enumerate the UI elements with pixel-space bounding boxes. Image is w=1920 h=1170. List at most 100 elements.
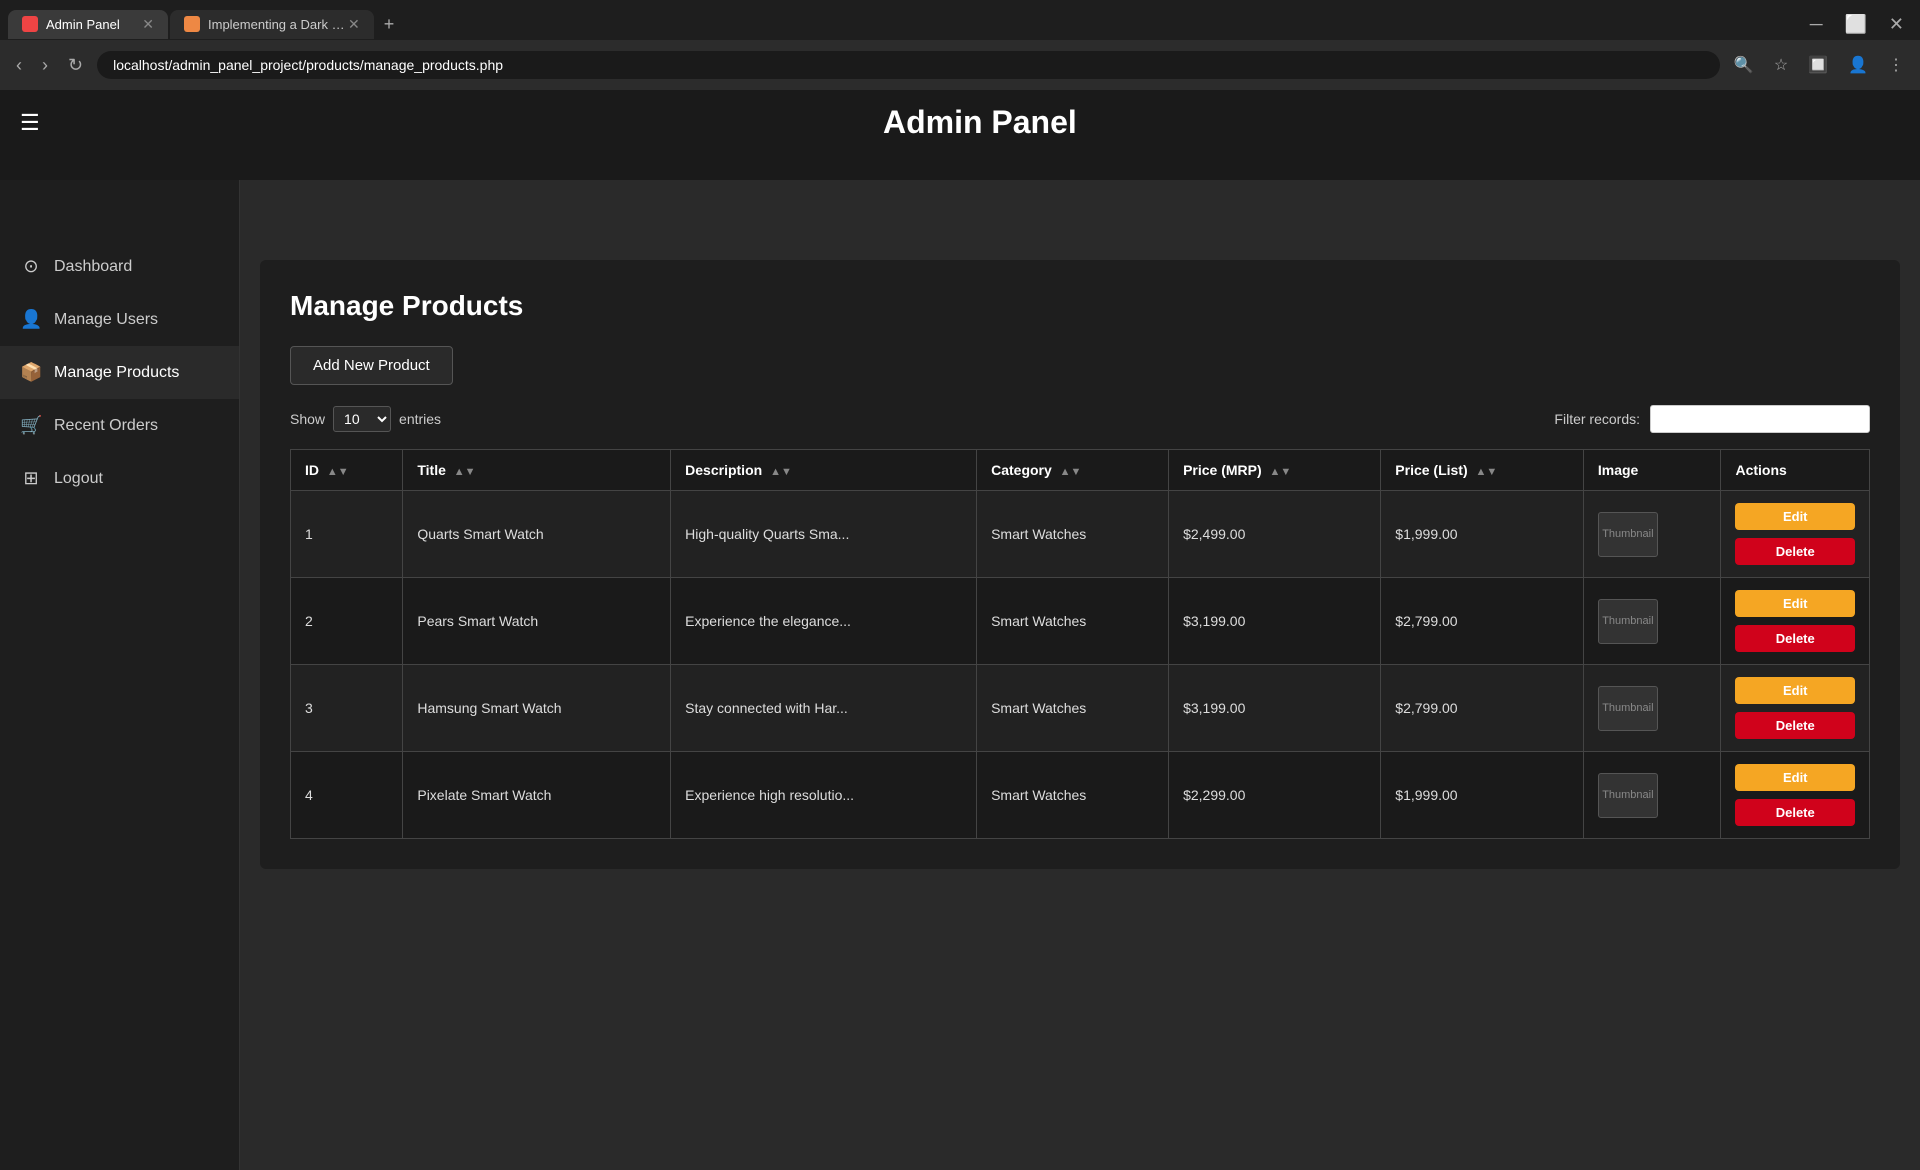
cell-price-list: $2,799.00 [1381,665,1584,752]
edit-button[interactable]: Edit [1735,764,1855,791]
cell-image: Thumbnail [1583,752,1721,839]
zoom-button[interactable]: 🔍 [1728,51,1760,79]
delete-button[interactable]: Delete [1735,625,1855,652]
cell-category: Smart Watches [977,752,1169,839]
edit-button[interactable]: Edit [1735,677,1855,704]
cell-id: 3 [291,665,403,752]
col-header-image: Image [1583,450,1721,491]
cell-price-list: $1,999.00 [1381,491,1584,578]
maximize-button[interactable]: ⬜ [1836,12,1874,37]
minimize-button[interactable]: ─ [1802,12,1831,37]
delete-button[interactable]: Delete [1735,799,1855,826]
tab-close-admin[interactable]: ✕ [142,16,154,33]
sidebar-item-dashboard[interactable]: ⊙ Dashboard [0,240,239,293]
sidebar-label-manage-products: Manage Products [54,364,179,382]
cell-description: Experience the elegance... [671,578,977,665]
table-row: 3 Hamsung Smart Watch Stay connected wit… [291,665,1870,752]
cell-price-mrp: $3,199.00 [1169,665,1381,752]
new-tab-button[interactable]: + [376,14,403,35]
cell-image: Thumbnail [1583,578,1721,665]
col-header-title[interactable]: Title ▲▼ [403,450,671,491]
tab-favicon-dark [184,16,200,32]
thumbnail: Thumbnail [1598,599,1658,644]
page-title: Manage Products [290,290,1870,322]
tab-admin-panel[interactable]: Admin Panel ✕ [8,10,168,39]
back-button[interactable]: ‹ [10,51,28,80]
profile-button[interactable]: 👤 [1842,51,1874,79]
products-table: ID ▲▼ Title ▲▼ Description ▲▼ Category [290,449,1870,839]
sidebar-item-recent-orders[interactable]: 🛒 Recent Orders [0,399,239,452]
delete-button[interactable]: Delete [1735,712,1855,739]
edit-button[interactable]: Edit [1735,503,1855,530]
filter-input[interactable] [1650,405,1870,433]
tab-favicon-admin [22,16,38,32]
table-row: 2 Pears Smart Watch Experience the elega… [291,578,1870,665]
main-content: Manage Products Add New Product Show 10 … [240,180,1920,1170]
cell-category: Smart Watches [977,578,1169,665]
entries-select[interactable]: 10 25 50 100 [333,406,391,432]
cell-title: Quarts Smart Watch [403,491,671,578]
col-header-category[interactable]: Category ▲▼ [977,450,1169,491]
cell-actions: Edit Delete [1721,752,1870,839]
sort-title-icon: ▲▼ [454,466,476,478]
cell-actions: Edit Delete [1721,578,1870,665]
sort-cat-icon: ▲▼ [1060,466,1082,478]
sort-mrp-icon: ▲▼ [1270,466,1292,478]
tab-label-dark: Implementing a Dark Material... [208,17,348,32]
entries-label: entries [399,411,441,427]
table-header-row: ID ▲▼ Title ▲▼ Description ▲▼ Category [291,450,1870,491]
menu-button[interactable]: ⋮ [1882,51,1910,79]
filter-records-control: Filter records: [1554,405,1870,433]
col-header-description[interactable]: Description ▲▼ [671,450,977,491]
cell-price-mrp: $2,299.00 [1169,752,1381,839]
tab-close-dark[interactable]: ✕ [348,16,360,33]
bookmark-button[interactable]: ☆ [1768,51,1794,79]
forward-button[interactable]: › [36,51,54,80]
sort-id-icon: ▲▼ [327,466,349,478]
sort-list-icon: ▲▼ [1476,466,1498,478]
show-entries-control: Show 10 25 50 100 entries [290,406,441,432]
header-title: Admin Panel [60,104,1900,141]
col-header-price-mrp[interactable]: Price (MRP) ▲▼ [1169,450,1381,491]
cell-description: Stay connected with Har... [671,665,977,752]
extensions-button[interactable]: 🔲 [1802,51,1834,79]
add-new-product-button[interactable]: Add New Product [290,346,453,385]
content-box: Manage Products Add New Product Show 10 … [260,260,1900,869]
thumbnail: Thumbnail [1598,512,1658,557]
table-row: 1 Quarts Smart Watch High-quality Quarts… [291,491,1870,578]
sidebar-label-dashboard: Dashboard [54,258,132,276]
users-icon: 👤 [20,309,42,330]
cell-actions: Edit Delete [1721,665,1870,752]
cell-title: Pears Smart Watch [403,578,671,665]
cell-id: 1 [291,491,403,578]
edit-button[interactable]: Edit [1735,590,1855,617]
cell-price-list: $1,999.00 [1381,752,1584,839]
hamburger-button[interactable]: ☰ [20,112,40,134]
dashboard-icon: ⊙ [20,256,42,277]
col-header-actions: Actions [1721,450,1870,491]
address-bar[interactable] [97,51,1720,79]
cell-price-mrp: $3,199.00 [1169,578,1381,665]
delete-button[interactable]: Delete [1735,538,1855,565]
tab-dark-material[interactable]: Implementing a Dark Material... ✕ [170,10,374,39]
sidebar-item-manage-users[interactable]: 👤 Manage Users [0,293,239,346]
col-header-price-list[interactable]: Price (List) ▲▼ [1381,450,1584,491]
cell-description: Experience high resolutio... [671,752,977,839]
reload-button[interactable]: ↻ [62,51,89,80]
filter-label: Filter records: [1554,411,1640,427]
cell-id: 4 [291,752,403,839]
sidebar-item-manage-products[interactable]: 📦 Manage Products [0,346,239,399]
app-header: ☰ Admin Panel [0,90,1920,155]
table-controls: Show 10 25 50 100 entries Filter records… [290,405,1870,433]
cell-actions: Edit Delete [1721,491,1870,578]
cell-image: Thumbnail [1583,491,1721,578]
close-window-button[interactable]: ✕ [1881,12,1912,37]
sidebar-item-logout[interactable]: ⊞ Logout [0,452,239,505]
orders-icon: 🛒 [20,415,42,436]
cell-category: Smart Watches [977,491,1169,578]
cell-category: Smart Watches [977,665,1169,752]
sidebar-label-logout: Logout [54,470,103,488]
col-header-id[interactable]: ID ▲▼ [291,450,403,491]
cell-price-mrp: $2,499.00 [1169,491,1381,578]
sidebar-label-recent-orders: Recent Orders [54,417,158,435]
